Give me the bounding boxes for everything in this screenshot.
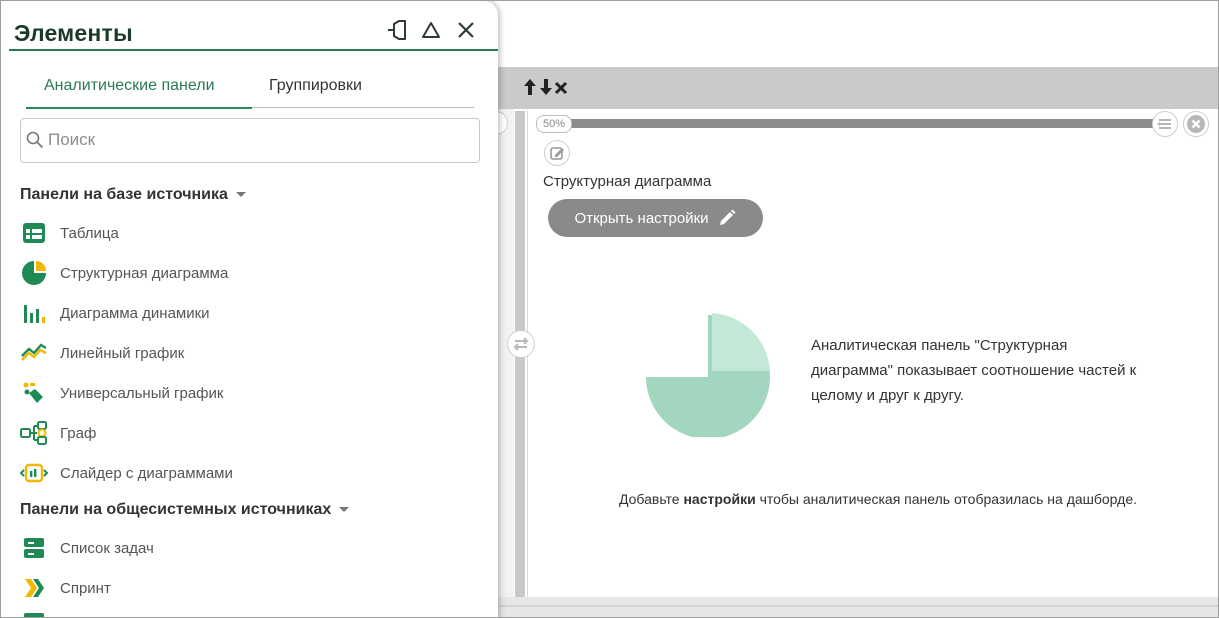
slider-icon [20,463,48,483]
item-label: Универсальный график [60,384,224,402]
open-settings-label: Открыть настройки [574,209,709,227]
list-item-line-chart[interactable]: Линейный график [20,339,460,367]
pie-chart-illustration [646,313,770,437]
universal-chart-icon [23,382,43,403]
task-list-icon [24,538,44,558]
sprint-icon [25,579,44,597]
line-chart-icon [21,343,47,361]
table-icon [23,223,45,243]
section-title: Панели на общесистемных источниках [20,501,332,518]
popup-title-divider [9,49,498,51]
hint-suffix: чтобы аналитическая панель отобразилась … [755,491,1137,507]
tab-groupings[interactable]: Группировки [269,77,362,95]
list-item-graph[interactable]: Граф [20,419,460,447]
open-settings-button[interactable]: Открыть настройки [548,199,763,237]
tab-analytic-panels[interactable]: Аналитические панели [44,77,215,95]
swap-icon [513,337,529,351]
panel-description: Аналитическая панель "Структурная диагра… [811,337,1137,404]
collapse-icon[interactable] [419,18,443,42]
item-label: Спринт [60,579,111,597]
list-item-sprint[interactable]: Спринт [20,574,460,602]
list-item-slider[interactable]: Слайдер с диаграммами [20,459,460,487]
panel-drag-bar[interactable] [568,119,1158,128]
list-item-structural-chart[interactable]: Структурная диаграмма [20,259,460,287]
sort-clear-icon[interactable] [522,77,570,97]
popup-title: Элементы [14,20,133,46]
search-box[interactable] [20,118,480,163]
caret-down-icon [235,192,246,198]
zoom-badge: 50% [536,115,572,133]
panel-close-button[interactable] [1183,111,1209,137]
edit-icon [550,147,564,160]
section-source-panels[interactable]: Панели на базе источника [20,186,246,204]
hint-settings-link: настройки [683,491,756,507]
panel-title: Структурная диаграмма [543,173,712,190]
item-label: Таблица [60,224,119,242]
close-icon [1187,115,1205,133]
pencil-icon [719,209,736,225]
item-label: Слайдер с диаграммами [60,464,233,482]
app-window: 50% Структурная диаграмма Открыть настро… [0,0,1219,618]
item-label: Структурная диаграмма [60,264,229,282]
list-item-partial[interactable] [20,611,460,617]
bar-chart-icon [24,305,45,323]
swap-button[interactable] [507,330,535,358]
section-system-panels[interactable]: Панели на общесистемных источниках [20,501,350,519]
item-label: Диаграмма динамики [60,304,210,322]
list-icon [1157,119,1171,129]
pin-icon[interactable] [385,18,409,42]
panel-list-button[interactable] [1152,111,1178,137]
item-label: Граф [60,424,97,442]
panel-edit-button[interactable] [544,140,570,166]
search-input[interactable] [48,129,468,151]
section-title: Панели на базе источника [20,186,228,203]
search-icon [26,131,44,149]
list-item-task-list[interactable]: Список задач [20,534,460,562]
elements-popup: Элементы Аналитические панели Группировк… [1,1,498,617]
hint-prefix: Добавьте [618,491,684,507]
list-item-table[interactable]: Таблица [20,219,460,247]
panel-hint: Добавьте настройки чтобы аналитическая п… [608,488,1148,511]
item-label: Линейный график [60,344,185,362]
active-tab-indicator [26,107,252,109]
partial-item-icon [24,613,44,617]
bottom-scroll-area [498,597,1218,617]
list-item-dynamics-chart[interactable]: Диаграмма динамики [20,299,460,327]
analytic-panel: 50% Структурная диаграмма Открыть настро… [527,111,1218,597]
close-icon[interactable] [454,18,478,42]
pie-chart-icon [22,261,46,285]
list-item-universal-chart[interactable]: Универсальный график [20,379,460,407]
graph-icon [20,421,47,445]
item-label: Список задач [60,539,154,557]
caret-down-icon [339,507,350,513]
